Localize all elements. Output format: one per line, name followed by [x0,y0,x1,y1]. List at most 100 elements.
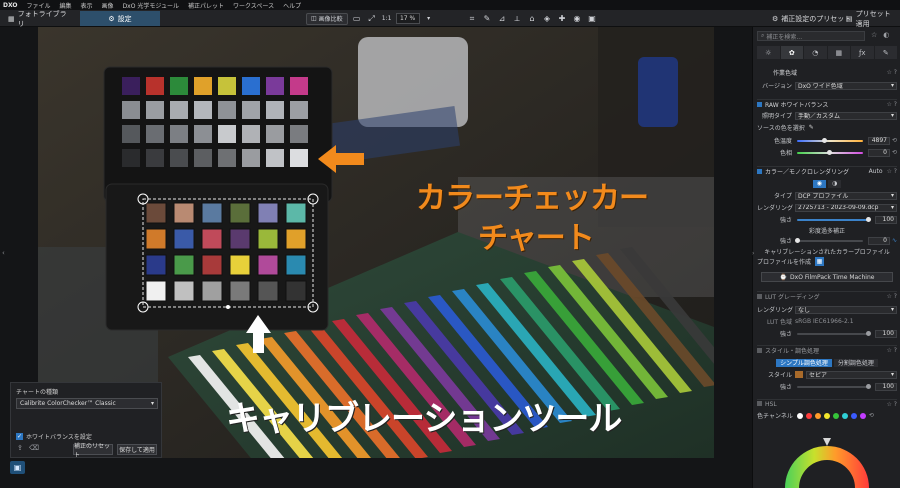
enable-toggle[interactable] [757,294,762,299]
compare-button[interactable]: ◫ 画像比較 [306,12,348,25]
menu-workspace[interactable]: ワークスペース [233,1,274,10]
tint-value[interactable]: 0 [867,148,890,157]
section-options-icon[interactable]: ☆ ? [887,401,897,408]
section-options-icon[interactable]: ☆ ? [887,69,897,76]
save-apply-button[interactable]: 保存して適用 [117,444,157,455]
chart-type-select[interactable]: Calibrite ColorChecker™ Classic ▾ [16,398,158,409]
correction-search-input[interactable]: ⌕ 補正を検索... [757,31,865,41]
style-toning-header[interactable]: スタイル・調色処理 ☆ ? [757,345,897,355]
lut-strength-value[interactable]: 100 [875,329,897,338]
horizon-icon[interactable]: ⟂ [511,13,523,25]
hsl-channel-dot[interactable] [805,412,812,419]
section-options-icon[interactable]: ☆ ? [887,347,897,354]
hsl-channel-dot[interactable] [832,412,839,419]
reset-icon[interactable]: ⟲ [869,412,874,419]
export-icon[interactable]: ⇪ [17,444,23,452]
link-icon[interactable]: ∿ [892,237,897,244]
zoom-percent-field[interactable]: 17 % [395,13,420,24]
style-strength-value[interactable]: 100 [875,382,897,391]
enable-toggle[interactable] [757,401,762,406]
section-options-icon[interactable]: ☆ ? [887,101,897,108]
lut-rendering-select[interactable]: なし ▾ [795,305,897,314]
tab-detail-icon[interactable]: ◔ [804,46,827,59]
render-strength-slider[interactable] [795,216,872,224]
raw-wb-header[interactable]: RAW ホワイトバランス ☆ ? [757,99,897,109]
simple-toning-tab[interactable]: シンプル調色処理 [776,358,832,367]
menu-view[interactable]: 表示 [81,1,93,10]
tab-local-icon[interactable]: ✎ [874,46,897,59]
panel-collapse-icon[interactable]: › [752,250,754,257]
mono-mode-icon[interactable]: ◑ [828,179,842,188]
single-view-icon[interactable]: ▭ [351,13,363,25]
local-adjust-icon[interactable]: ◈ [541,13,553,25]
zoom-1to1-button[interactable]: 1:1 [381,13,393,25]
filmpack-button[interactable]: ⌚ DxO FilmPack Time Machine [761,272,893,282]
split-toning-tab[interactable]: 分割調色処理 [833,358,878,367]
lut-header[interactable]: LUT グレーディング ☆ ? [757,291,897,301]
tab-effects-icon[interactable]: ƒx [851,46,874,59]
sepia-swatch[interactable] [795,371,803,378]
protect-strength-slider[interactable] [795,237,865,245]
temperature-value[interactable]: 4897 [867,136,890,145]
eyedropper-icon[interactable]: ✎ [809,124,814,131]
toggle-icon[interactable]: ◐ [883,31,889,39]
section-options-icon[interactable]: ☆ ? [887,293,897,300]
hsl-channel-dot[interactable] [859,412,866,419]
menu-optics[interactable]: DxO 光学モジュール [123,1,179,10]
tab-light-icon[interactable]: ☼ [757,46,780,59]
hsl-channel-dot[interactable] [814,412,821,419]
tab-geometry-icon[interactable]: ▦ [827,46,850,59]
temperature-slider[interactable] [795,137,865,145]
style-select[interactable]: セピア ▾ [806,370,897,379]
hsl-color-wheel[interactable] [753,424,900,488]
apply-preset-button[interactable]: ▤ プリセット適用 [842,10,900,28]
fit-screen-icon[interactable]: ⤢ [366,13,378,25]
section-options-icon[interactable]: ☆ ? [887,168,897,175]
enable-toggle[interactable] [757,348,762,353]
reset-icon[interactable]: ⟲ [892,149,897,156]
tab-settings[interactable]: ⚙ 設定 [80,11,160,26]
render-type-select[interactable]: DCP プロファイル ▾ [795,191,897,200]
repair-icon[interactable]: ✚ [556,13,568,25]
rendering-select[interactable]: 2725713 - 2023-09-09.dcp ▾ [795,203,897,212]
tint-slider[interactable] [795,149,865,157]
chevron-down-icon[interactable]: ▾ [423,13,435,25]
perspective-icon[interactable]: ⊿ [496,13,508,25]
volume-deformation-icon[interactable]: ⌂ [526,13,538,25]
style-strength-slider[interactable] [795,383,872,391]
hsl-channel-dot[interactable] [823,412,830,419]
version-select[interactable]: DxO ワイド色域 ▾ [795,81,897,90]
hsl-channel-dot[interactable] [841,412,848,419]
tab-photo-library[interactable]: ▦ フォトライブラリ [2,10,74,28]
eye-icon[interactable]: ◉ [571,13,583,25]
eyedropper-icon[interactable]: ✎ [481,13,493,25]
hsl-channel-dot[interactable] [850,412,857,419]
colorchecker-icon[interactable]: ▦ [815,257,825,266]
enable-toggle[interactable] [757,102,762,107]
enable-toggle[interactable] [757,169,762,174]
hsl-header[interactable]: HSL ☆ ? [757,399,897,408]
filmstrip-toggle-button[interactable]: ▣ [10,461,25,474]
menu-palettes[interactable]: 補正パレット [188,1,224,10]
working-color-header[interactable]: 作業色域 ☆ ? [757,68,897,77]
render-mode-toggle[interactable]: ◉ ◑ [812,179,842,188]
light-type-select[interactable]: 手動／カスタム ▾ [795,111,897,120]
toning-mode-toggle[interactable]: シンプル調色処理 分割調色処理 [776,358,878,367]
reset-icon[interactable]: ⟲ [892,137,897,144]
reset-correction-button[interactable]: 補正のリセット [73,443,113,459]
auto-label[interactable]: Auto [869,168,883,175]
crop-icon[interactable]: ⌗ [466,13,478,25]
tab-color-icon[interactable]: ✿ [780,46,803,59]
render-strength-value[interactable]: 100 [875,215,897,224]
menu-image[interactable]: 画像 [102,1,114,10]
hsl-channel-dot[interactable] [796,412,803,419]
protect-strength-value[interactable]: 0 [867,236,890,245]
color-mode-icon[interactable]: ◉ [812,179,826,188]
star-icon[interactable]: ☆ [871,31,877,39]
lut-strength-slider[interactable] [795,330,872,338]
chevron-left-icon[interactable]: ‹ [2,249,5,257]
color-rendering-header[interactable]: カラー／モノクロレンダリング Auto ☆ ? [757,166,897,176]
trash-icon[interactable]: ⌫ [29,444,39,452]
overlay-icon[interactable]: ▣ [586,13,598,25]
menu-help[interactable]: ヘルプ [283,1,301,10]
